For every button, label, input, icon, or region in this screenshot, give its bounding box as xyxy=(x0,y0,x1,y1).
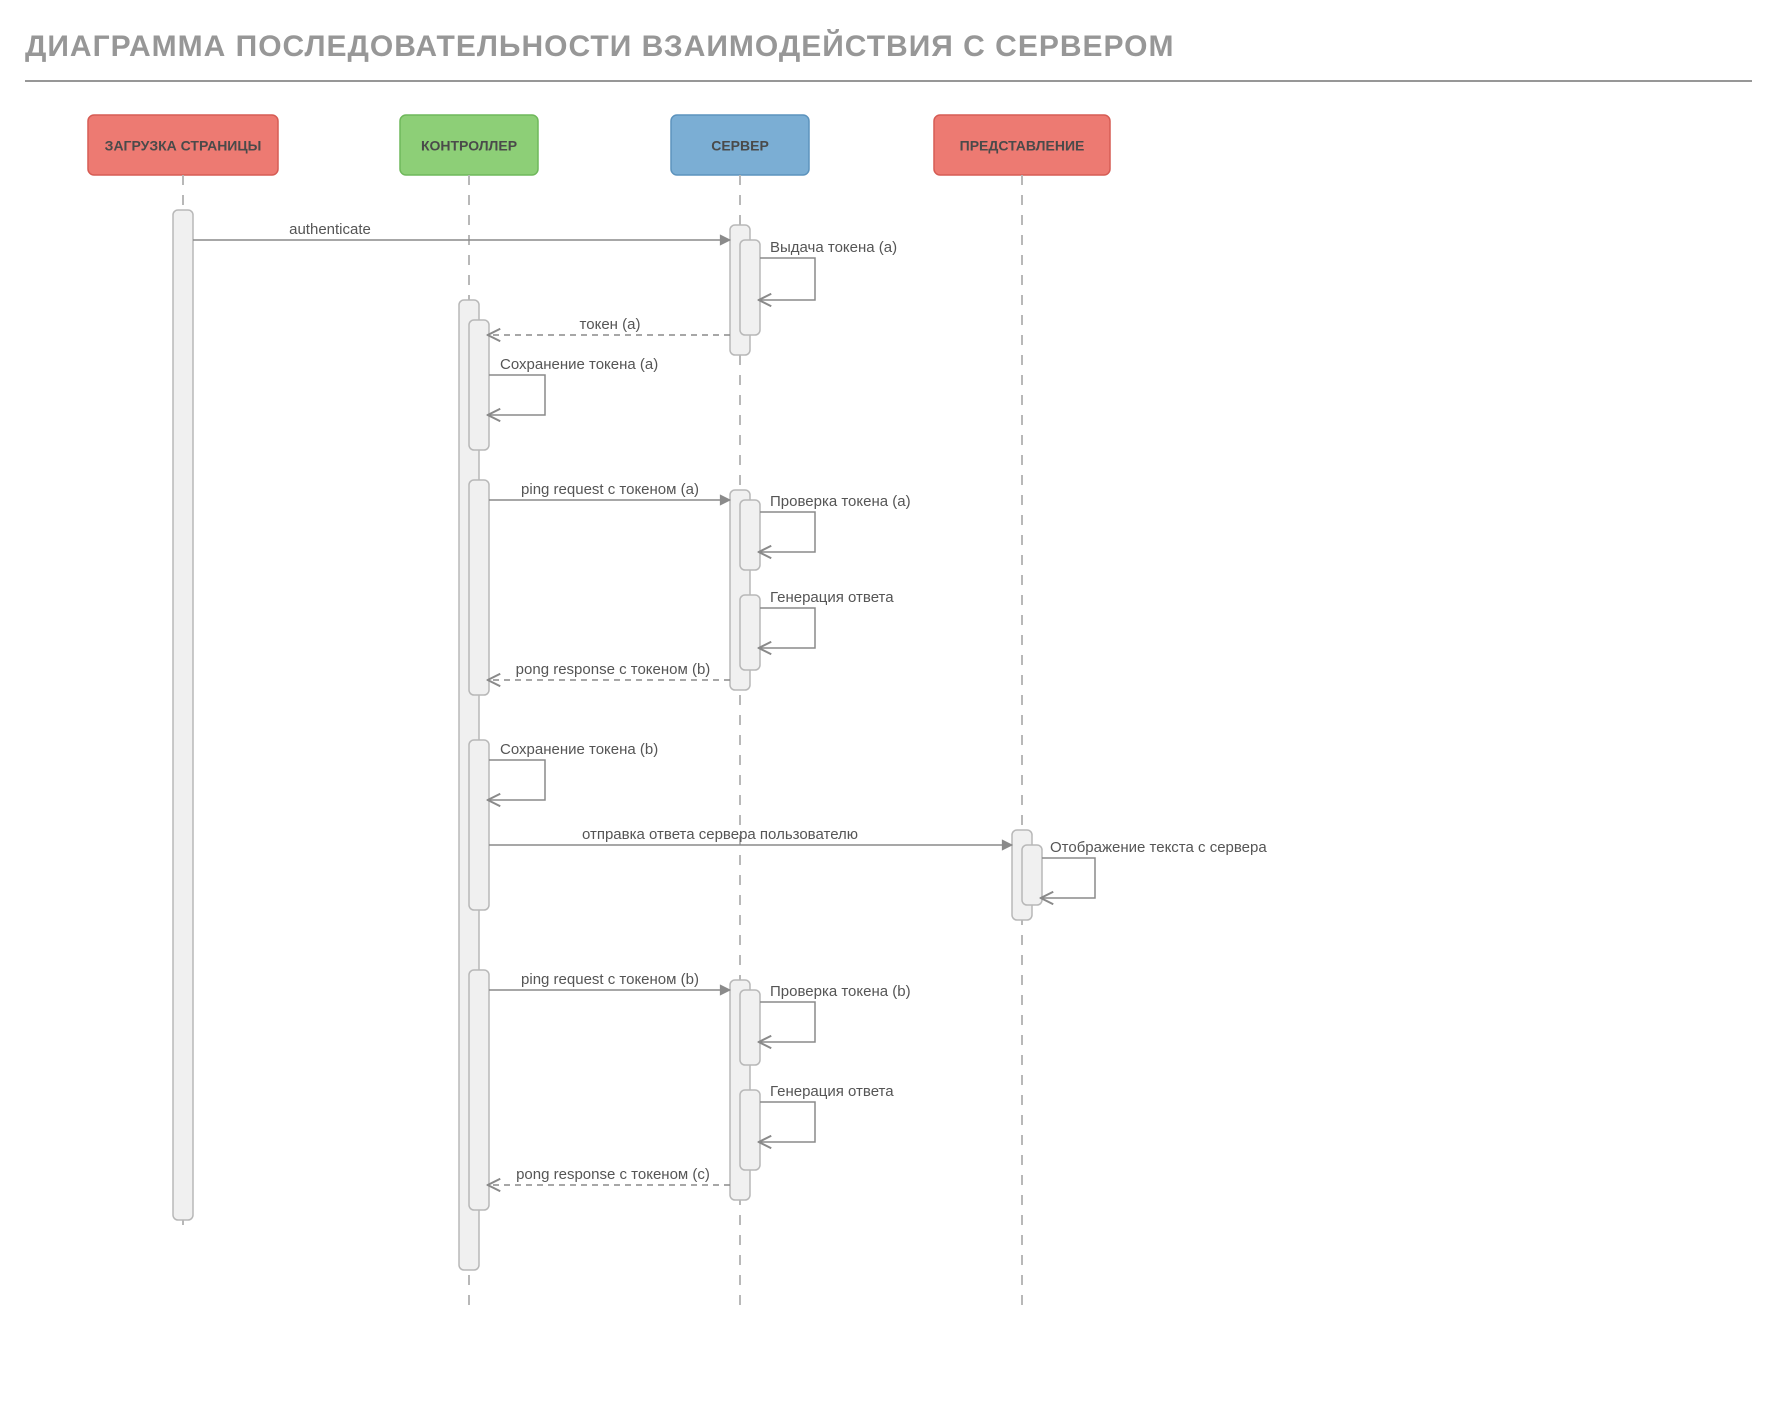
msg-gen-2 xyxy=(760,1102,815,1142)
activation-controller-inner-4 xyxy=(469,970,489,1210)
msg-token-issue-label: Выдача токена (a) xyxy=(770,239,897,256)
msg-send-to-view-label: отправка ответа сервера пользователю xyxy=(582,826,858,843)
svg-text:ПРЕДСТАВЛЕНИЕ: ПРЕДСТАВЛЕНИЕ xyxy=(960,138,1085,154)
msg-check-a xyxy=(760,512,815,552)
msg-pong-c-label: pong response с токеном (c) xyxy=(516,1166,710,1183)
activation-view-inner xyxy=(1022,845,1042,905)
activation-page xyxy=(173,210,193,1220)
msg-gen-2-label: Генерация ответа xyxy=(770,1083,894,1100)
msg-gen-1 xyxy=(760,608,815,648)
msg-gen-1-label: Генерация ответа xyxy=(770,589,894,606)
msg-display-label: Отображение текста с сервера xyxy=(1050,839,1267,856)
actor-view: ПРЕДСТАВЛЕНИЕ xyxy=(934,115,1110,175)
activation-controller-inner-3 xyxy=(469,740,489,910)
activation-server-2a xyxy=(740,500,760,570)
msg-check-b xyxy=(760,1002,815,1042)
msg-save-token-a xyxy=(489,375,545,415)
msg-ping-b-label: ping request с токеном (b) xyxy=(521,971,699,988)
msg-save-token-b xyxy=(489,760,545,800)
actor-server: СЕРВЕР xyxy=(671,115,809,175)
msg-pong-b-label: pong response с токеном (b) xyxy=(516,661,711,678)
activation-server-3b xyxy=(740,1090,760,1170)
msg-authenticate-label: authenticate xyxy=(289,221,371,238)
msg-display xyxy=(1042,858,1095,898)
activation-controller-inner-1 xyxy=(469,320,489,450)
msg-ping-a-label: ping request с токеном (a) xyxy=(521,481,699,498)
activation-server-1b xyxy=(740,240,760,335)
activation-controller-inner-2 xyxy=(469,480,489,695)
activation-server-3a xyxy=(740,990,760,1065)
svg-text:ЗАГРУЗКА СТРАНИЦЫ: ЗАГРУЗКА СТРАНИЦЫ xyxy=(105,138,262,154)
sequence-diagram: ЗАГРУЗКА СТРАНИЦЫ КОНТРОЛЛЕР СЕРВЕР ПРЕД… xyxy=(0,0,1777,1407)
msg-token-a-label: токен (a) xyxy=(580,316,641,333)
actor-page-load: ЗАГРУЗКА СТРАНИЦЫ xyxy=(88,115,278,175)
svg-text:СЕРВЕР: СЕРВЕР xyxy=(711,138,769,154)
msg-check-a-label: Проверка токена (a) xyxy=(770,493,911,510)
activation-server-2b xyxy=(740,595,760,670)
msg-check-b-label: Проверка токена (b) xyxy=(770,983,911,1000)
msg-save-token-a-label: Сохранение токена (a) xyxy=(500,356,658,373)
svg-text:КОНТРОЛЛЕР: КОНТРОЛЛЕР xyxy=(421,138,517,154)
actor-controller: КОНТРОЛЛЕР xyxy=(400,115,538,175)
msg-save-token-b-label: Сохранение токена (b) xyxy=(500,741,658,758)
msg-token-issue xyxy=(760,258,815,300)
